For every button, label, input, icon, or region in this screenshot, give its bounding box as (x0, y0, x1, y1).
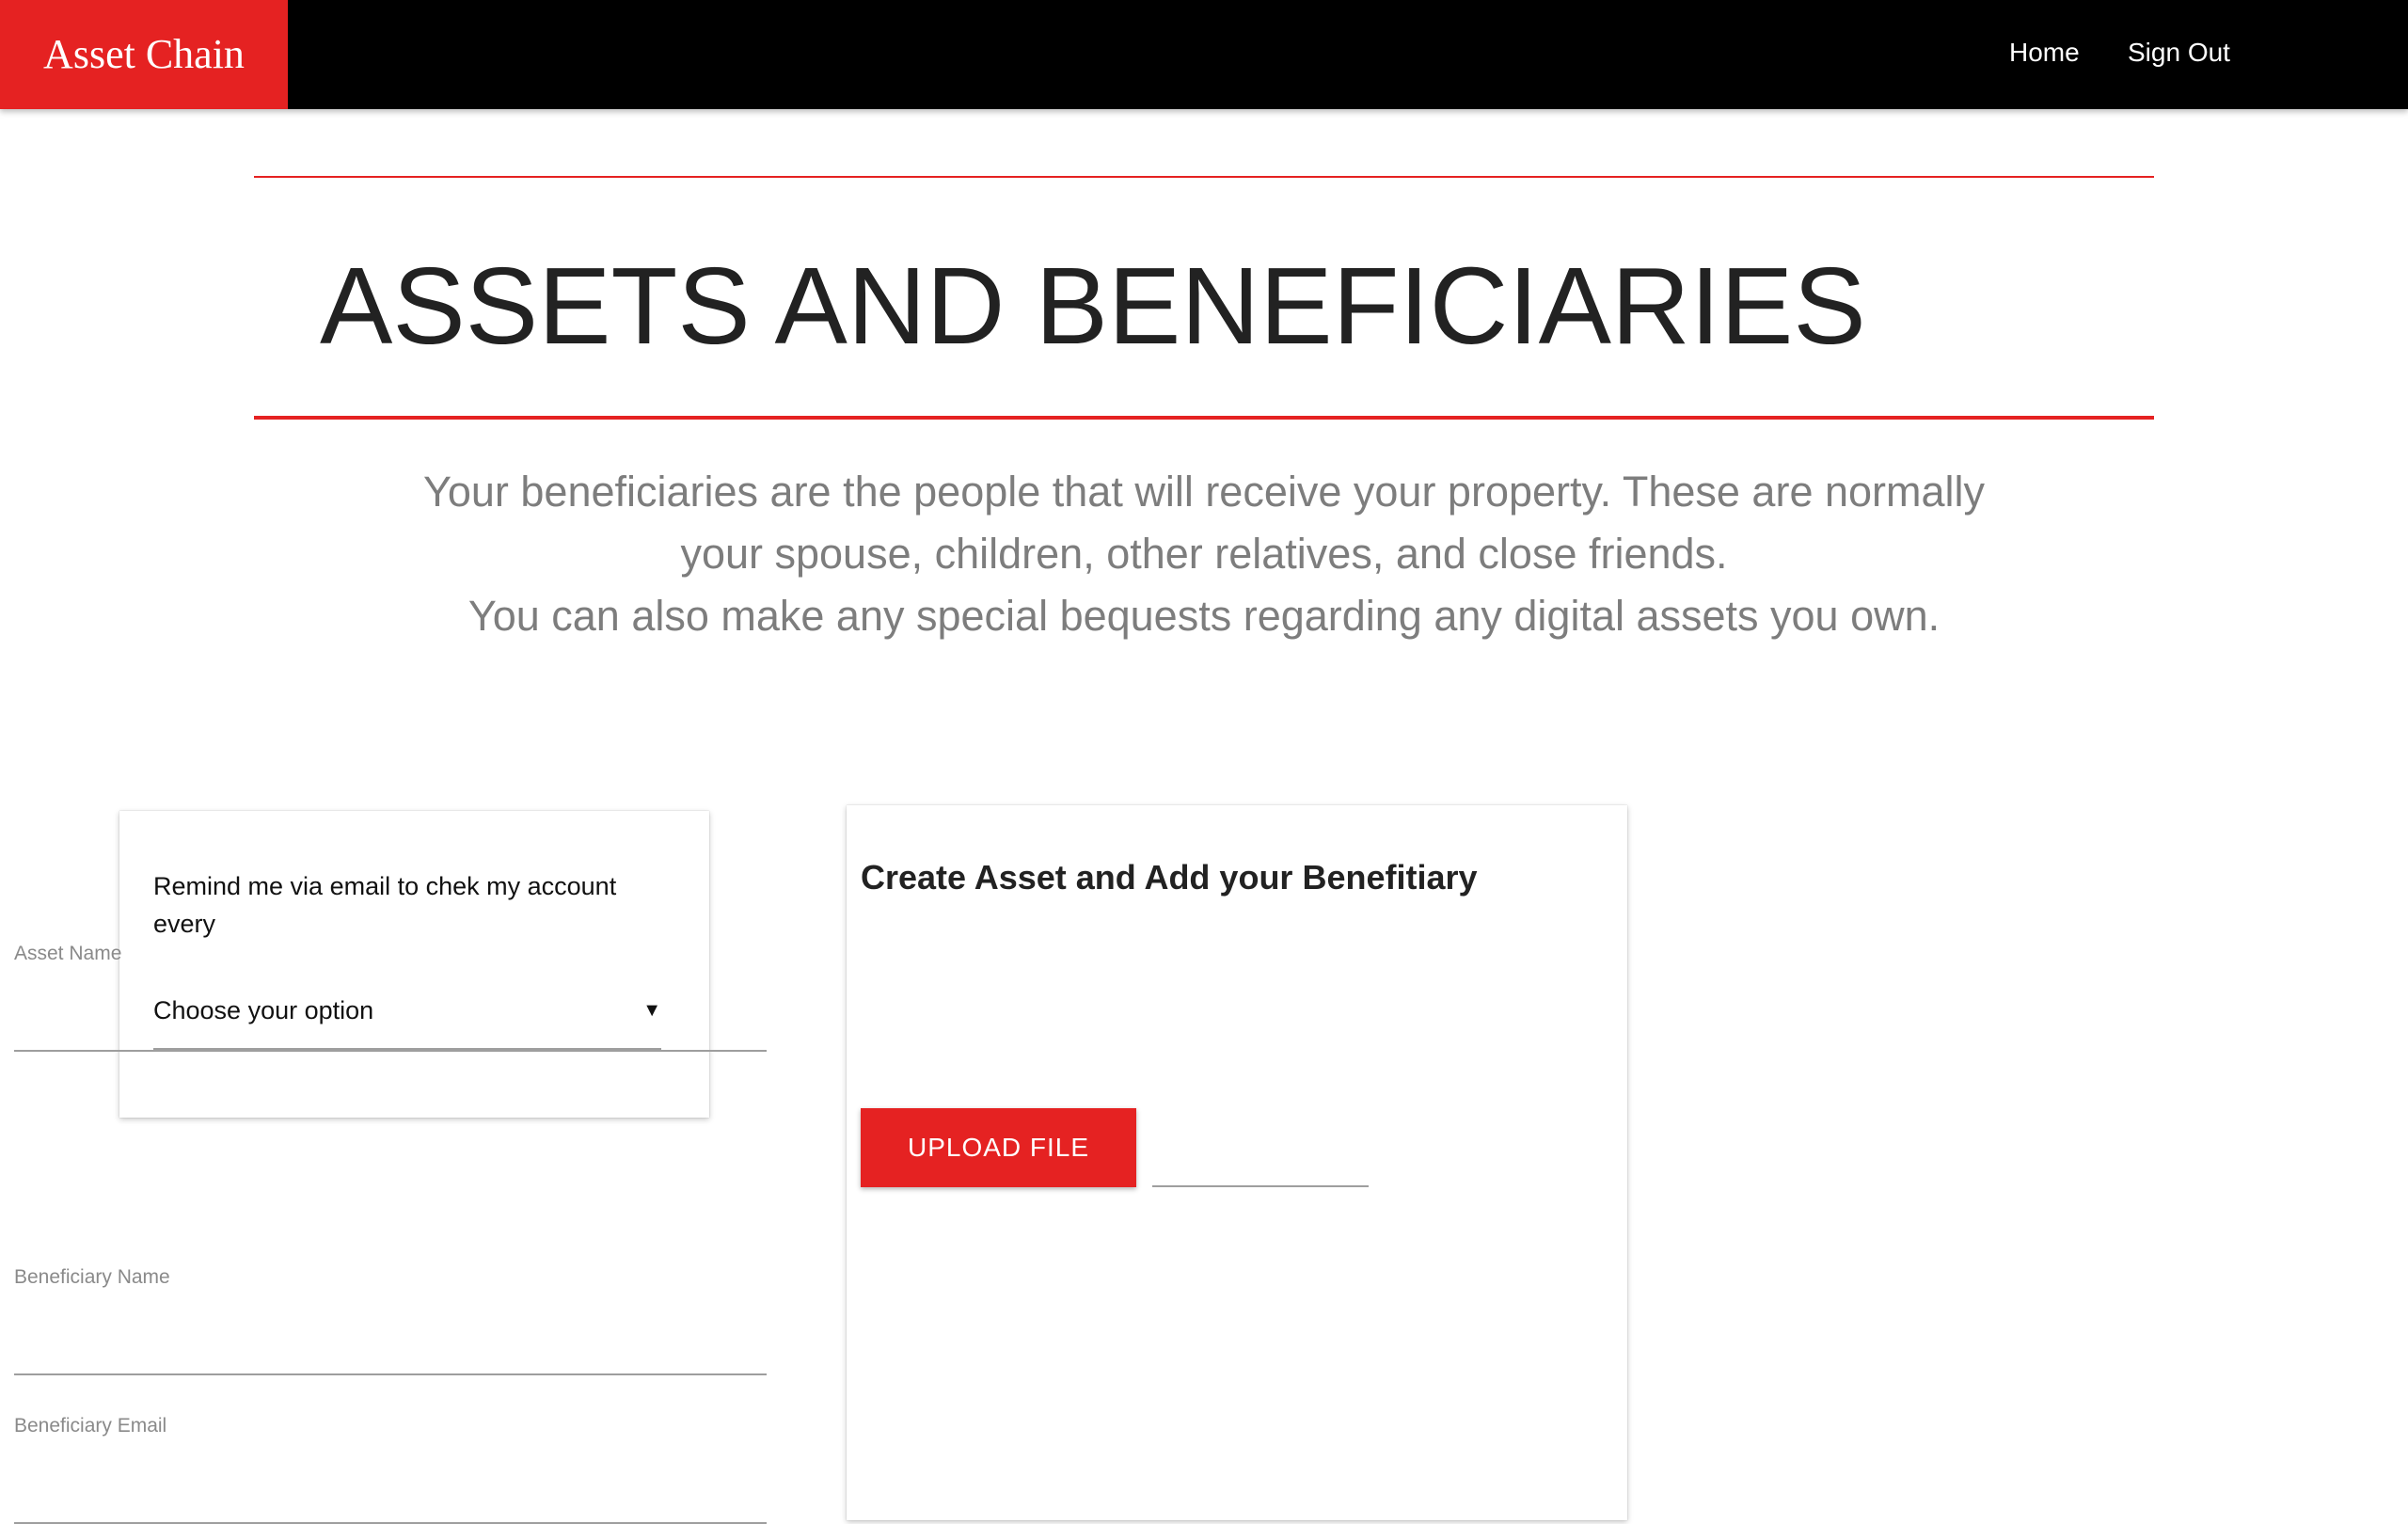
title-divider-bottom (254, 416, 2154, 420)
nav-sign-out-link[interactable]: Sign Out (2128, 0, 2230, 109)
nav-home-link[interactable]: Home (2009, 0, 2080, 109)
intro-text: Your beneficiaries are the people that w… (310, 461, 2098, 647)
brand-logo-link[interactable]: Asset Chain (0, 0, 288, 109)
reminder-label: Remind me via email to chek my account e… (153, 872, 617, 938)
beneficiary-name-label: Beneficiary Name (14, 1266, 170, 1288)
asset-name-input[interactable] (14, 1005, 767, 1052)
beneficiary-email-input[interactable] (14, 1477, 767, 1524)
page-title: ASSETS AND BENEFICIARIES (320, 245, 1866, 367)
top-navbar: Asset Chain Home Sign Out (0, 0, 2408, 109)
asset-name-label: Asset Name (14, 943, 122, 964)
beneficiary-email-label: Beneficiary Email (14, 1415, 167, 1437)
create-asset-heading: Create Asset and Add your Benefitiary (861, 858, 1478, 897)
intro-line: Your beneficiaries are the people that w… (422, 468, 1986, 516)
intro-line: your spouse, children, other relatives, … (680, 530, 1728, 578)
file-path-input[interactable] (1152, 1142, 1369, 1187)
reminder-card: Remind me via email to chek my account e… (119, 811, 709, 1118)
title-divider-top (254, 176, 2154, 178)
upload-file-button[interactable]: UPLOAD FILE (861, 1108, 1136, 1187)
beneficiary-name-input[interactable] (14, 1328, 767, 1375)
intro-line: You can also make any special bequests r… (467, 592, 1941, 640)
